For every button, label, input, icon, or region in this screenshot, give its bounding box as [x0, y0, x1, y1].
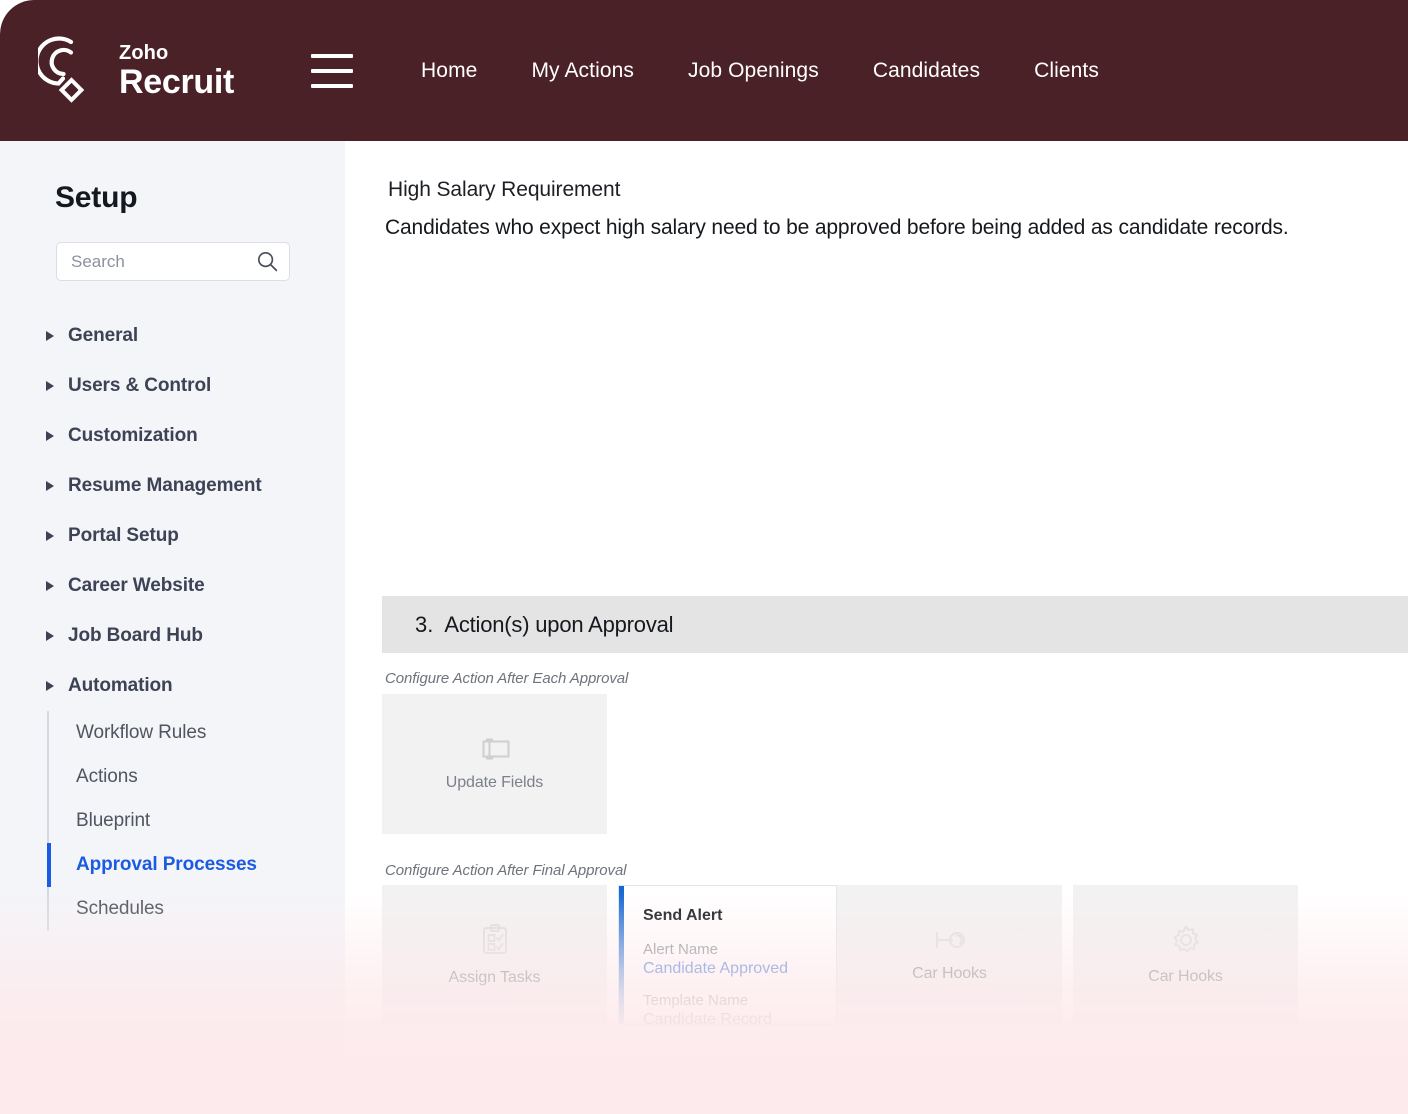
alert-name-value[interactable]: Candidate Approved	[643, 960, 836, 978]
action-card-car-hooks-custom-function[interactable]: Car Hooks	[1073, 885, 1298, 1025]
action-card-label: Update Fields	[445, 774, 544, 791]
automation-submenu: Workflow Rules Actions Blueprint Approva…	[47, 711, 345, 931]
nav-link-job-openings[interactable]: Job Openings	[688, 51, 819, 91]
alert-name-label: Alert Name	[643, 941, 719, 958]
action-card-update-fields[interactable]: Update Fields	[382, 694, 607, 834]
approval-rule-description: Candidates who expect high salary need t…	[385, 216, 1289, 239]
sidebar-search	[56, 242, 290, 281]
sidebar-subitem-label: Actions	[76, 766, 138, 787]
nav-link-candidates[interactable]: Candidates	[873, 51, 980, 91]
section-header-actions-upon-approval: 3. Action(s) upon Approval	[382, 596, 1408, 653]
sidebar-item-label: Resume Management	[68, 475, 262, 496]
sidebar-item-blueprint[interactable]: Blueprint	[47, 799, 345, 843]
sidebar-item-label: Customization	[68, 425, 198, 446]
setup-sidebar: Setup General Users & Control Customizat…	[0, 141, 345, 1114]
sidebar-item-label: Users & Control	[68, 375, 212, 396]
sidebar-subitem-label: Blueprint	[76, 810, 151, 831]
brand-logo[interactable]: Zoho Recruit	[38, 35, 234, 106]
sidebar-item-actions[interactable]: Actions	[47, 755, 345, 799]
template-name-value[interactable]: Candidate Record Approved	[643, 1011, 836, 1024]
nav-link-home[interactable]: Home	[421, 51, 477, 91]
sidebar-item-job-board-hub[interactable]: Job Board Hub	[0, 611, 345, 661]
sidebar-item-schedules[interactable]: Schedules	[47, 887, 345, 931]
approval-rule-title: High Salary Requirement	[388, 178, 621, 201]
action-card-assign-tasks[interactable]: Assign Tasks	[382, 885, 607, 1025]
primary-nav-links: Home My Actions Job Openings Candidates …	[421, 51, 1099, 91]
chevron-right-icon	[46, 681, 54, 691]
nav-link-clients[interactable]: Clients	[1034, 51, 1099, 91]
nav-link-my-actions[interactable]: My Actions	[531, 51, 634, 91]
hamburger-menu-icon[interactable]	[311, 53, 354, 88]
action-card-label: Car Hooks	[1148, 968, 1223, 985]
hamburger-bar	[311, 53, 354, 58]
action-card-label: Car Hooks	[912, 965, 987, 982]
chevron-right-icon	[46, 431, 54, 441]
page-title: Setup	[55, 181, 138, 214]
sidebar-item-users-control[interactable]: Users & Control	[0, 361, 345, 411]
hamburger-bar	[311, 83, 354, 88]
search-input[interactable]	[56, 242, 290, 281]
brand-product-text: Recruit	[119, 62, 235, 101]
sidebar-item-automation[interactable]: Automation	[0, 661, 345, 711]
action-card-send-alert[interactable]: Send Alert Alert Name Candidate Approved…	[618, 885, 837, 1025]
hamburger-bar	[311, 68, 354, 73]
assign-tasks-clipboard-icon	[482, 924, 507, 954]
chevron-right-icon	[46, 481, 54, 491]
sidebar-item-label: Portal Setup	[68, 525, 179, 546]
sidebar-item-workflow-rules[interactable]: Workflow Rules	[47, 711, 345, 755]
main-content: High Salary Requirement Candidates who e…	[345, 141, 1408, 1114]
sidebar-item-portal-setup[interactable]: Portal Setup	[0, 511, 345, 561]
sidebar-item-label: General	[68, 325, 139, 346]
action-card-label: Assign Tasks	[448, 969, 541, 986]
caption-final-approval: Configure Action After Final Approval	[385, 862, 627, 879]
sidebar-item-label: Career Website	[68, 575, 205, 596]
each-approval-card-row: Update Fields	[382, 694, 607, 834]
top-navigation-bar: Zoho Recruit Home My Actions Job Opening…	[0, 0, 1408, 141]
chevron-right-icon	[46, 631, 54, 641]
brand-wordmark: Zoho Recruit	[119, 43, 234, 99]
app-window: Zoho Recruit Home My Actions Job Opening…	[0, 0, 1408, 1114]
template-name-label: Template Name	[643, 992, 749, 1009]
sidebar-item-general[interactable]: General	[0, 311, 345, 361]
sidebar-item-label: Job Board Hub	[68, 625, 203, 646]
sidebar-subitem-label: Workflow Rules	[76, 722, 207, 743]
update-fields-icon	[482, 738, 509, 760]
gear-icon	[1173, 925, 1199, 953]
sidebar-subitem-label: Schedules	[76, 898, 164, 919]
chevron-right-icon	[46, 381, 54, 391]
sidebar-item-resume-management[interactable]: Resume Management	[0, 461, 345, 511]
section-number: 3.	[415, 611, 434, 637]
send-alert-title: Send Alert	[643, 907, 723, 924]
zoho-recruit-logo-icon	[38, 35, 85, 103]
sidebar-subitem-label: Approval Processes	[76, 854, 257, 875]
caption-each-approval: Configure Action After Each Approval	[385, 670, 629, 687]
brand-zoho-text: Zoho	[119, 41, 169, 64]
sidebar-item-career-website[interactable]: Career Website	[0, 561, 345, 611]
webhook-key-icon	[935, 932, 965, 948]
sidebar-item-customization[interactable]: Customization	[0, 411, 345, 461]
sidebar-item-label: Automation	[68, 675, 173, 696]
action-card-car-hooks-webhook[interactable]: Car Hooks	[837, 885, 1062, 1025]
sidebar-item-approval-processes[interactable]: Approval Processes	[47, 843, 345, 887]
setup-nav-tree: General Users & Control Customization Re…	[0, 311, 345, 931]
final-approval-card-row: Assign Tasks Send Alert Alert Name Candi…	[382, 885, 1298, 1025]
section-title: Action(s) upon Approval	[444, 611, 674, 637]
chevron-right-icon	[46, 581, 54, 591]
send-alert-accent-bar	[619, 886, 624, 1024]
chevron-right-icon	[46, 331, 54, 341]
chevron-right-icon	[46, 531, 54, 541]
